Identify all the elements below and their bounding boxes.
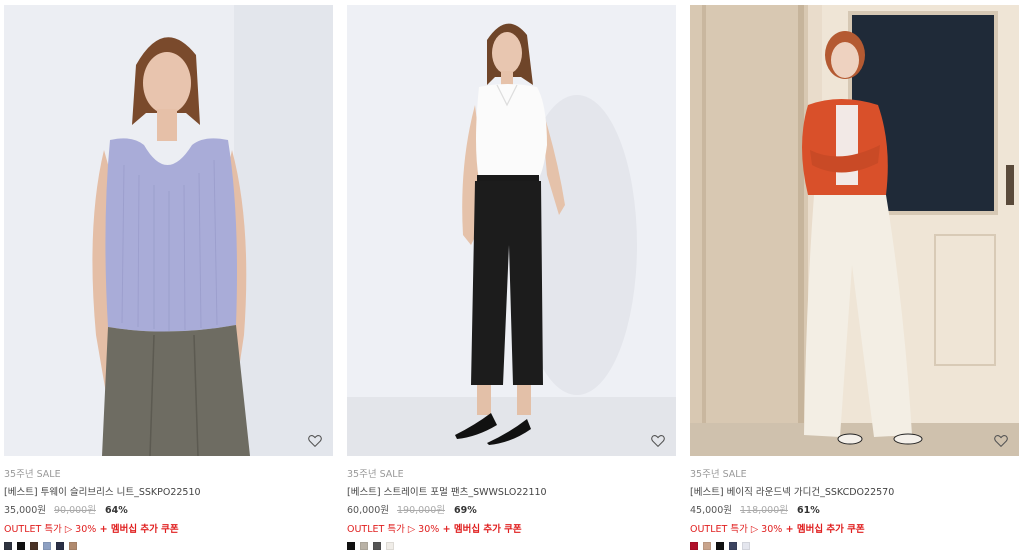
promo-text: OUTLET 특가 ▷ 30% + 멤버십 추가 쿠폰	[4, 521, 333, 538]
wishlist-heart-icon[interactable]	[307, 433, 323, 449]
sale-badge: 35주년 SALE	[690, 469, 747, 480]
original-price: 118,000원	[739, 505, 789, 516]
promo-text: OUTLET 특가 ▷ 30% + 멤버십 추가 쿠폰	[347, 521, 676, 538]
product-info: 35주년 SALE [베스트] 베이직 라운드넥 가디건_SSKCDO22570…	[690, 456, 1019, 550]
color-swatch[interactable]	[690, 542, 698, 550]
color-swatch[interactable]	[742, 542, 750, 550]
promo-membership: + 멤버십 추가 쿠폰	[439, 524, 522, 535]
wishlist-heart-icon[interactable]	[993, 433, 1009, 449]
sale-price: 35,000원	[4, 505, 46, 516]
product-grid: 35주년 SALE [베스트] 투웨이 슬리브리스 니트_SSKPO22510 …	[0, 0, 1024, 555]
color-swatch[interactable]	[17, 542, 25, 550]
color-swatch[interactable]	[347, 542, 355, 550]
product-card[interactable]: 35주년 SALE [베스트] 투웨이 슬리브리스 니트_SSKPO22510 …	[4, 5, 333, 550]
promo-outlet: OUTLET 특가 ▷ 30%	[347, 524, 440, 535]
color-swatches	[4, 542, 333, 550]
color-swatch[interactable]	[30, 542, 38, 550]
promo-text: OUTLET 특가 ▷ 30% + 멤버십 추가 쿠폰	[690, 521, 1019, 538]
sale-price: 60,000원	[347, 505, 389, 516]
price-row: 45,000원 118,000원 61%	[690, 502, 1019, 519]
promo-outlet: OUTLET 특가 ▷ 30%	[4, 524, 97, 535]
original-price: 90,000원	[53, 505, 96, 516]
color-swatch[interactable]	[703, 542, 711, 550]
product-image[interactable]	[690, 5, 1019, 456]
color-swatch[interactable]	[56, 542, 64, 550]
promo-membership: + 멤버십 추가 쿠폰	[782, 524, 865, 535]
color-swatch[interactable]	[729, 542, 737, 550]
promo-outlet: OUTLET 특가 ▷ 30%	[690, 524, 783, 535]
sale-badge: 35주년 SALE	[4, 469, 61, 480]
product-info: 35주년 SALE [베스트] 투웨이 슬리브리스 니트_SSKPO22510 …	[4, 456, 333, 550]
product-card[interactable]: 35주년 SALE [베스트] 베이직 라운드넥 가디건_SSKCDO22570…	[690, 5, 1019, 550]
model-photo-cardigan	[690, 5, 1019, 456]
color-swatch[interactable]	[69, 542, 77, 550]
discount-rate: 64%	[104, 505, 128, 516]
color-swatch[interactable]	[4, 542, 12, 550]
product-name[interactable]: [베스트] 투웨이 슬리브리스 니트_SSKPO22510	[4, 484, 333, 501]
sale-badge: 35주년 SALE	[347, 469, 404, 480]
color-swatch[interactable]	[43, 542, 51, 550]
product-name[interactable]: [베스트] 베이직 라운드넥 가디건_SSKCDO22570	[690, 484, 1019, 501]
promo-membership: + 멤버십 추가 쿠폰	[96, 524, 179, 535]
product-image[interactable]	[347, 5, 676, 456]
product-name[interactable]: [베스트] 스트레이트 포멀 팬츠_SWWSLO22110	[347, 484, 676, 501]
price-row: 60,000원 190,000원 69%	[347, 502, 676, 519]
model-photo-formal-pants	[347, 5, 676, 456]
color-swatch[interactable]	[373, 542, 381, 550]
product-info: 35주년 SALE [베스트] 스트레이트 포멀 팬츠_SWWSLO22110 …	[347, 456, 676, 550]
product-image[interactable]	[4, 5, 333, 456]
color-swatches	[690, 542, 1019, 550]
price-row: 35,000원 90,000원 64%	[4, 502, 333, 519]
discount-rate: 61%	[797, 505, 820, 516]
sale-price: 45,000원	[690, 505, 732, 516]
product-card[interactable]: 35주년 SALE [베스트] 스트레이트 포멀 팬츠_SWWSLO22110 …	[347, 5, 676, 550]
discount-rate: 69%	[454, 505, 477, 516]
color-swatch[interactable]	[716, 542, 724, 550]
color-swatch[interactable]	[360, 542, 368, 550]
wishlist-heart-icon[interactable]	[650, 433, 666, 449]
model-photo-sleeveless-knit	[4, 5, 333, 456]
original-price: 190,000원	[396, 505, 446, 516]
color-swatch[interactable]	[386, 542, 394, 550]
color-swatches	[347, 542, 676, 550]
